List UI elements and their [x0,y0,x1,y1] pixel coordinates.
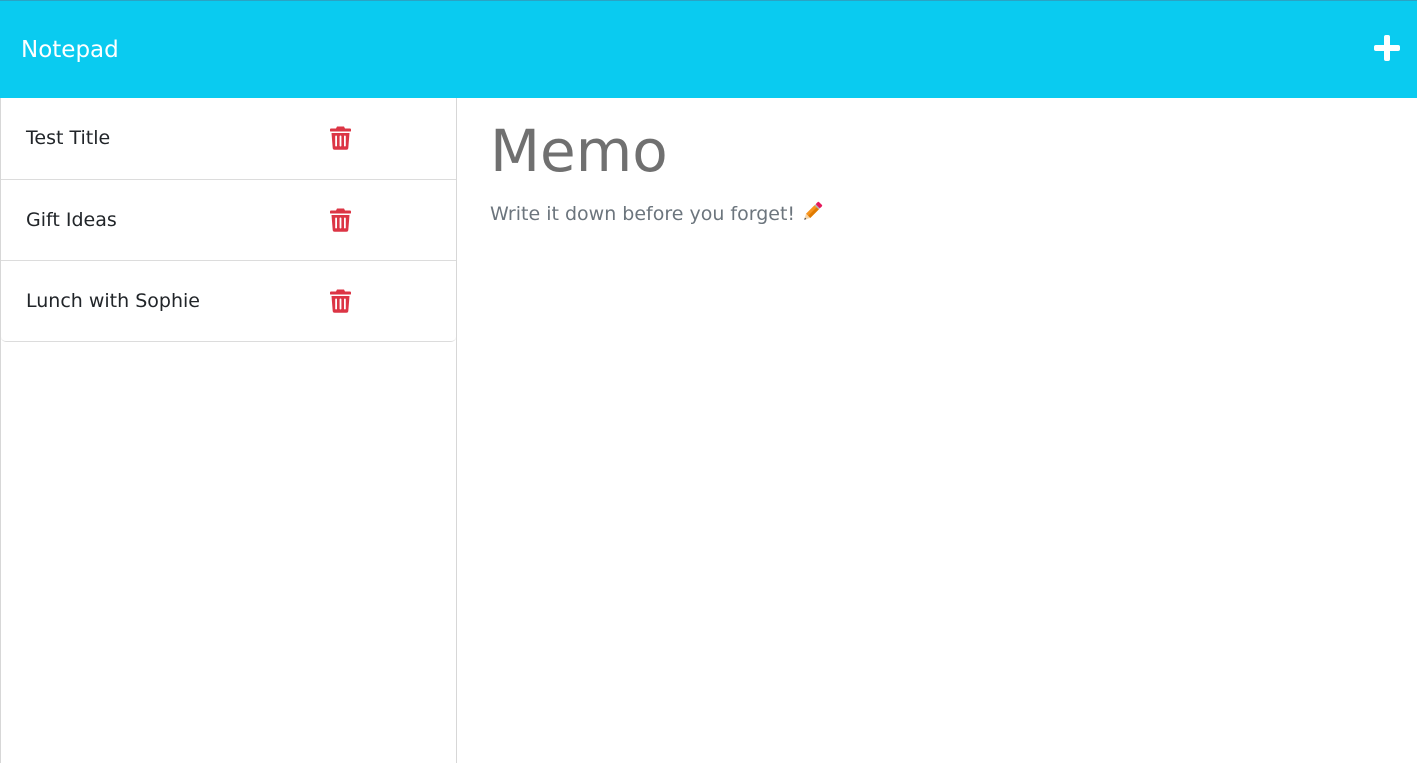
add-note-button[interactable] [1370,31,1404,65]
delete-note-button[interactable] [330,208,351,232]
note-list-item[interactable]: Gift Ideas [1,179,456,260]
navbar: Notepad [0,0,1417,98]
note-title[interactable]: Test Title [26,126,110,150]
note-list-item[interactable]: Lunch with Sophie [1,260,456,341]
trash-icon [330,289,351,313]
note-list-item[interactable]: Test Title [1,98,456,179]
delete-note-button[interactable] [330,126,351,150]
notes-sidebar: Test Title Gift Ideas Lunch with Sophie [0,98,457,763]
page-title: Memo [490,117,668,185]
note-editor-panel: Memo Write it down before you forget! [457,98,1417,763]
notes-list: Test Title Gift Ideas Lunch with Sophie [1,98,456,342]
app-brand[interactable]: Notepad [21,35,119,65]
delete-note-button[interactable] [330,289,351,313]
page-subtitle: Write it down before you forget! [490,201,823,226]
trash-icon [330,208,351,232]
note-title[interactable]: Lunch with Sophie [26,289,200,313]
plus-icon [1374,35,1400,61]
page-subtitle-text: Write it down before you forget! [490,203,796,225]
note-title[interactable]: Gift Ideas [26,208,117,232]
trash-icon [330,126,351,150]
pencil-icon [804,201,823,220]
